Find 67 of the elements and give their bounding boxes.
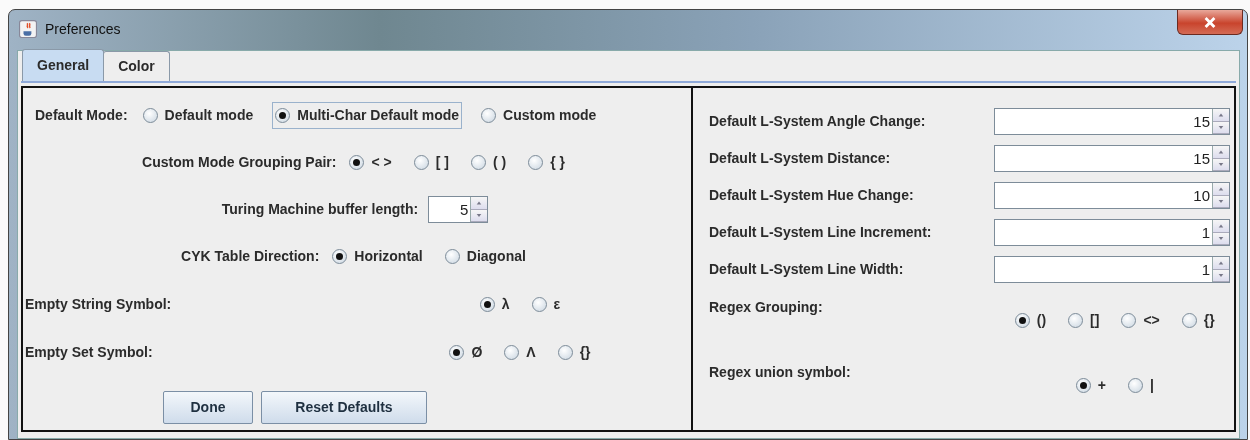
field-label: Default L-System Line Increment:: [709, 223, 932, 242]
radio-button[interactable]: [528, 155, 544, 170]
number-spinner[interactable]: 1: [994, 219, 1230, 246]
radio-option[interactable]: {}: [1178, 307, 1218, 334]
radio-button[interactable]: [413, 155, 429, 170]
radio-option[interactable]: (): [1011, 307, 1050, 334]
radio-option[interactable]: Λ: [501, 338, 539, 366]
radio-button[interactable]: [481, 108, 497, 123]
radio-button[interactable]: [1068, 313, 1084, 328]
field-label: CYK Table Direction:: [181, 247, 320, 266]
radio-button[interactable]: [1181, 313, 1197, 328]
radio-option[interactable]: Default mode: [139, 102, 257, 129]
radio-button[interactable]: [1127, 378, 1143, 393]
field-label: Default L-System Angle Change:: [709, 112, 926, 131]
radio-button[interactable]: [557, 344, 573, 360]
field-label: Custom Mode Grouping Pair:: [142, 153, 337, 172]
tab[interactable]: Color: [103, 51, 170, 81]
radio-option[interactable]: |: [1124, 372, 1157, 399]
field-label: Default L-System Line Width:: [709, 260, 904, 279]
radio-button[interactable]: [275, 108, 291, 123]
radio-button[interactable]: [332, 249, 348, 264]
radio-option[interactable]: Horizontal: [329, 243, 426, 270]
radio-button[interactable]: [444, 249, 460, 264]
tab[interactable]: General: [22, 49, 105, 81]
field-label: Turing Machine buffer length:: [221, 200, 419, 219]
radio-option[interactable]: Ø: [446, 338, 486, 366]
close-icon: [1202, 16, 1218, 28]
radio-button[interactable]: [1121, 313, 1137, 328]
number-spinner[interactable]: 10: [994, 182, 1230, 209]
radio-button[interactable]: [504, 344, 520, 360]
radio-option[interactable]: Diagonal: [441, 243, 529, 270]
radio-option[interactable]: Custom mode: [478, 102, 600, 129]
close-button[interactable]: [1177, 10, 1243, 35]
number-spinner[interactable]: 1: [994, 256, 1230, 283]
number-spinner[interactable]: 15: [994, 108, 1230, 135]
radio-option[interactable]: {}: [554, 338, 594, 366]
java-cup-icon: [19, 20, 37, 38]
radio-option[interactable]: <>: [1118, 307, 1163, 334]
radio-option[interactable]: []: [1065, 307, 1103, 334]
number-spinner[interactable]: 5: [428, 196, 489, 223]
radio-button[interactable]: [449, 344, 465, 360]
number-spinner[interactable]: 15: [994, 145, 1230, 172]
radio-button[interactable]: [1075, 378, 1091, 393]
field-label: Default Mode:: [35, 106, 128, 125]
field-label: Regex Grouping:: [709, 298, 824, 317]
radio-button[interactable]: [349, 155, 365, 170]
field-label: Default L-System Distance:: [709, 149, 891, 168]
radio-option[interactable]: ( ): [467, 149, 510, 176]
radio-option[interactable]: ε: [528, 290, 564, 318]
radio-option[interactable]: < >: [346, 149, 395, 176]
field-label: Regex union symbol:: [709, 363, 852, 382]
done-button[interactable]: Done: [163, 391, 253, 424]
radio-button[interactable]: [1014, 313, 1030, 328]
radio-option[interactable]: [ ]: [410, 149, 452, 176]
field-label: Empty Set Symbol:: [25, 342, 154, 362]
radio-option[interactable]: λ: [476, 290, 513, 318]
radio-button[interactable]: [470, 155, 486, 170]
radio-option[interactable]: +: [1072, 372, 1109, 399]
field-label: Empty String Symbol:: [25, 294, 173, 314]
radio-button[interactable]: [479, 296, 495, 312]
radio-option[interactable]: { }: [525, 149, 568, 176]
radio-button[interactable]: [142, 108, 158, 123]
field-label: Default L-System Hue Change:: [709, 186, 914, 205]
radio-button[interactable]: [531, 296, 547, 312]
radio-option[interactable]: Multi-Char Default mode: [272, 102, 463, 129]
window-title: Preferences: [45, 19, 121, 39]
reset-button[interactable]: Reset Defaults: [261, 391, 427, 424]
